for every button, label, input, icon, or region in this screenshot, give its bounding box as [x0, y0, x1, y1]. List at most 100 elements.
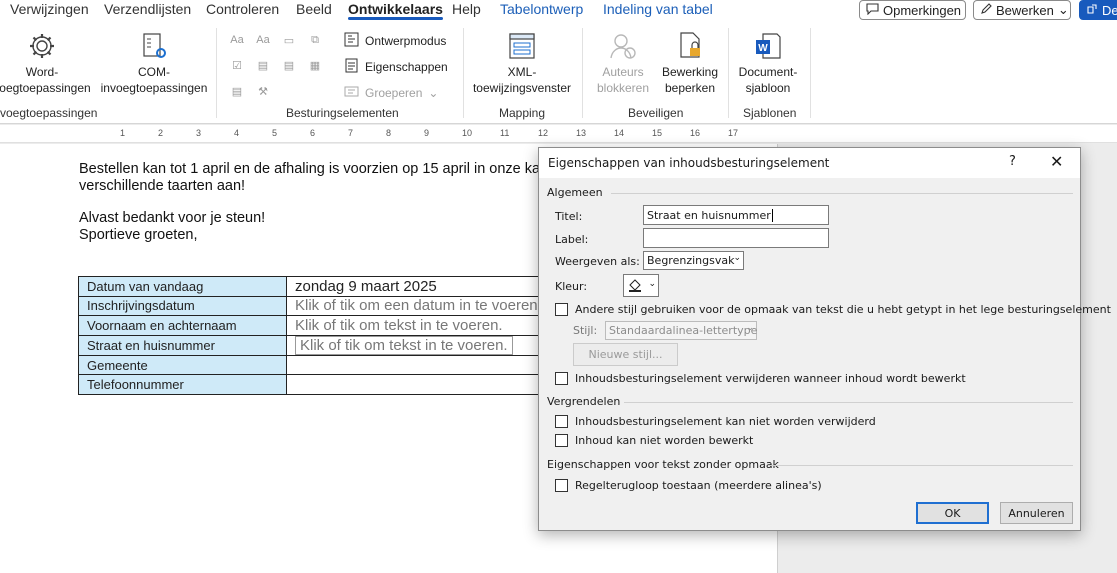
use-style-checkbox[interactable] — [555, 303, 568, 316]
content-control-placeholder[interactable]: Klik of tik om tekst in te voeren. — [295, 335, 513, 355]
group-button[interactable]: Groeperen ⌄ — [344, 84, 438, 102]
table-value-cell[interactable] — [286, 354, 547, 376]
group-label-templates: Sjablonen — [743, 106, 797, 120]
word-addins-label: Word- voegtoepassingen — [0, 65, 91, 95]
ruler-number: 16 — [690, 128, 701, 138]
checkbox-control-icon[interactable]: ☑ — [229, 57, 245, 73]
comments-button[interactable]: Opmerkingen — [859, 0, 966, 20]
table-value-cell[interactable]: Klik of tik om een datum in te voeren — [286, 295, 547, 317]
cannot-delete-label: Inhoudsbesturingselement kan niet worden… — [575, 415, 876, 428]
word-document-icon: W — [752, 30, 784, 62]
table-label-cell[interactable]: Datum van vandaag — [78, 276, 287, 297]
horizontal-ruler[interactable]: 1 2 3 4 5 6 7 8 9 10 11 12 13 14 15 16 17 — [0, 125, 1117, 143]
tag-input[interactable] — [643, 228, 829, 248]
show-as-select[interactable]: Begrenzingsvak ⌄ — [643, 251, 744, 270]
repeating-section-control-icon[interactable]: ▤ — [229, 83, 245, 99]
com-addins-button[interactable]: COM- invoegtoepassingen — [98, 30, 210, 96]
ok-button[interactable]: OK — [916, 502, 989, 524]
com-addins-label: COM- invoegtoepassingen — [100, 65, 208, 95]
document-template-button[interactable]: W Document- sjabloon — [733, 30, 803, 96]
tab-developer[interactable]: Ontwikkelaars — [348, 1, 443, 20]
remove-when-edited-option[interactable]: Inhoudsbesturingselement verwijderen wan… — [555, 372, 966, 385]
style-select[interactable]: Standaardalinea-lettertype ⌄ — [605, 321, 757, 340]
ribbon-tab-bar: Verwijzingen Verzendlijsten Controleren … — [0, 0, 1117, 22]
combo-box-control-icon[interactable]: ▤ — [255, 57, 271, 73]
table-value-cell[interactable]: Klik of tik om tekst in te voeren. — [286, 334, 547, 356]
cannot-delete-checkbox[interactable] — [555, 415, 568, 428]
body-text-line: Bestellen kan tot 1 april en de afhaling… — [79, 161, 541, 177]
chevron-down-icon: ⌄ — [1057, 2, 1069, 17]
xml-mapping-pane-button[interactable]: XML- toewijzingsvenster — [468, 30, 576, 96]
body-text-line: verschillende taarten aan! — [79, 178, 246, 194]
tab-review[interactable]: Controleren — [206, 1, 279, 17]
use-style-option[interactable]: Andere stijl gebruiken voor de opmaak va… — [555, 303, 1111, 316]
share-button[interactable]: De — [1079, 0, 1117, 20]
legacy-tools-icon[interactable]: ⚒ — [255, 83, 271, 99]
editing-mode-button[interactable]: Bewerken ⌄ — [973, 0, 1071, 20]
cannot-edit-option[interactable]: Inhoud kan niet worden bewerkt — [555, 434, 753, 447]
table-row: Gemeente — [78, 354, 547, 376]
date-picker-control-icon[interactable]: ▦ — [307, 57, 323, 73]
content-control-placeholder[interactable]: Klik of tik om een datum in te voeren — [295, 297, 538, 314]
table-value-cell[interactable]: zondag 9 maart 2025 — [286, 276, 547, 297]
building-block-control-icon[interactable]: ⧉ — [307, 32, 323, 48]
color-picker-button[interactable]: ⌄ — [623, 274, 659, 297]
ok-label: OK — [944, 506, 961, 520]
table-label-cell[interactable]: Inschrijvingsdatum — [78, 295, 287, 317]
restrict-editing-button[interactable]: Bewerking beperken — [656, 30, 724, 96]
ruler-number: 11 — [500, 128, 510, 138]
color-label: Kleur: — [555, 280, 588, 293]
word-addins-button[interactable]: Word- voegtoepassingen — [0, 30, 92, 96]
tab-table-design[interactable]: Tabelontwerp — [500, 1, 583, 17]
tab-table-layout[interactable]: Indeling van tabel — [603, 1, 713, 17]
dropdown-control-icon[interactable]: ▤ — [281, 57, 297, 73]
help-icon[interactable]: ? — [1009, 154, 1016, 169]
block-authors-button[interactable]: Auteurs blokkeren — [590, 30, 656, 96]
cancel-label: Annuleren — [1008, 506, 1065, 520]
table-value-cell[interactable]: Klik of tik om tekst in te voeren. — [286, 315, 547, 336]
table-value-cell[interactable] — [286, 374, 547, 395]
content-control-placeholder[interactable]: Klik of tik om tekst in te voeren. — [295, 317, 503, 334]
plain-text-control-icon[interactable]: Aa — [255, 32, 271, 48]
ruler-number: 7 — [348, 128, 354, 138]
tag-field-label: Label: — [555, 233, 589, 246]
cannot-edit-checkbox[interactable] — [555, 434, 568, 447]
registration-table: Datum van vandaag zondag 9 maart 2025 Insc… — [78, 276, 547, 395]
allow-carriage-returns-checkbox[interactable] — [555, 479, 568, 492]
tab-mailings[interactable]: Verzendlijsten — [104, 1, 191, 17]
chevron-down-icon: ⌄ — [648, 279, 656, 289]
paint-bucket-icon — [627, 279, 643, 296]
ruler-number: 15 — [652, 128, 663, 138]
table-label-cell[interactable]: Voornaam en achternaam — [78, 315, 287, 336]
dialog-titlebar: Eigenschappen van inhoudsbesturingseleme… — [539, 148, 1080, 178]
ruler-number: 6 — [310, 128, 316, 138]
new-style-label: Nieuwe stijl... — [588, 348, 663, 361]
tab-view[interactable]: Beeld — [296, 1, 332, 17]
group-icon — [344, 84, 359, 102]
title-input[interactable]: Straat en huisnummer — [643, 205, 829, 225]
allow-carriage-returns-label: Regelterugloop toestaan (meerdere alinea… — [575, 479, 822, 492]
group-separator — [582, 28, 583, 118]
cannot-delete-option[interactable]: Inhoudsbesturingselement kan niet worden… — [555, 415, 876, 428]
cancel-button[interactable]: Annuleren — [1000, 502, 1073, 524]
group-separator — [216, 28, 217, 118]
new-style-button[interactable]: Nieuwe stijl... — [573, 343, 678, 366]
design-mode-button[interactable]: Ontwerpmodus — [344, 32, 446, 50]
ruler-number: 17 — [728, 128, 739, 138]
table-label-cell[interactable]: Straat en huisnummer — [78, 334, 287, 356]
rich-text-control-icon[interactable]: Aa — [229, 32, 245, 48]
tab-help[interactable]: Help — [452, 1, 481, 17]
tab-references[interactable]: Verwijzingen — [10, 1, 89, 17]
properties-button[interactable]: Eigenschappen — [344, 58, 448, 76]
table-label-cell[interactable]: Gemeente — [78, 354, 287, 376]
remove-when-edited-checkbox[interactable] — [555, 372, 568, 385]
svg-text:W: W — [758, 43, 768, 54]
properties-label: Eigenschappen — [365, 60, 448, 74]
cell-value[interactable]: zondag 9 maart 2025 — [295, 278, 437, 295]
dialog-title: Eigenschappen van inhoudsbesturingseleme… — [548, 156, 830, 170]
allow-carriage-returns-option[interactable]: Regelterugloop toestaan (meerdere alinea… — [555, 479, 822, 492]
picture-control-icon[interactable]: ▭ — [281, 32, 297, 48]
group-label-mapping: Mapping — [499, 106, 546, 120]
table-label-cell[interactable]: Telefoonnummer — [78, 374, 287, 395]
close-icon[interactable]: ✕ — [1050, 152, 1063, 171]
